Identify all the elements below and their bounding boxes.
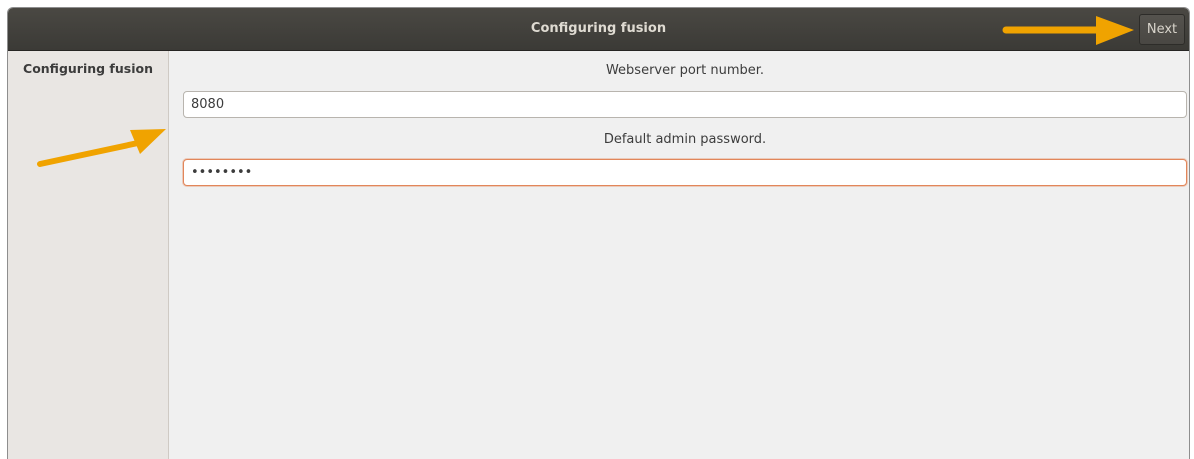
next-button[interactable]: Next	[1139, 14, 1185, 45]
port-field[interactable]	[183, 91, 1187, 118]
password-label: Default admin password.	[603, 132, 767, 147]
sidebar-item-configuring-fusion[interactable]: Configuring fusion	[8, 61, 168, 76]
port-label: Webserver port number.	[605, 63, 765, 78]
sidebar: Configuring fusion	[8, 51, 169, 459]
installer-window: Configuring fusion Next Configuring fusi…	[7, 7, 1190, 459]
arrow-to-password-icon	[37, 129, 166, 167]
password-field[interactable]	[183, 159, 1187, 186]
arrow-to-next-icon	[1002, 16, 1134, 45]
